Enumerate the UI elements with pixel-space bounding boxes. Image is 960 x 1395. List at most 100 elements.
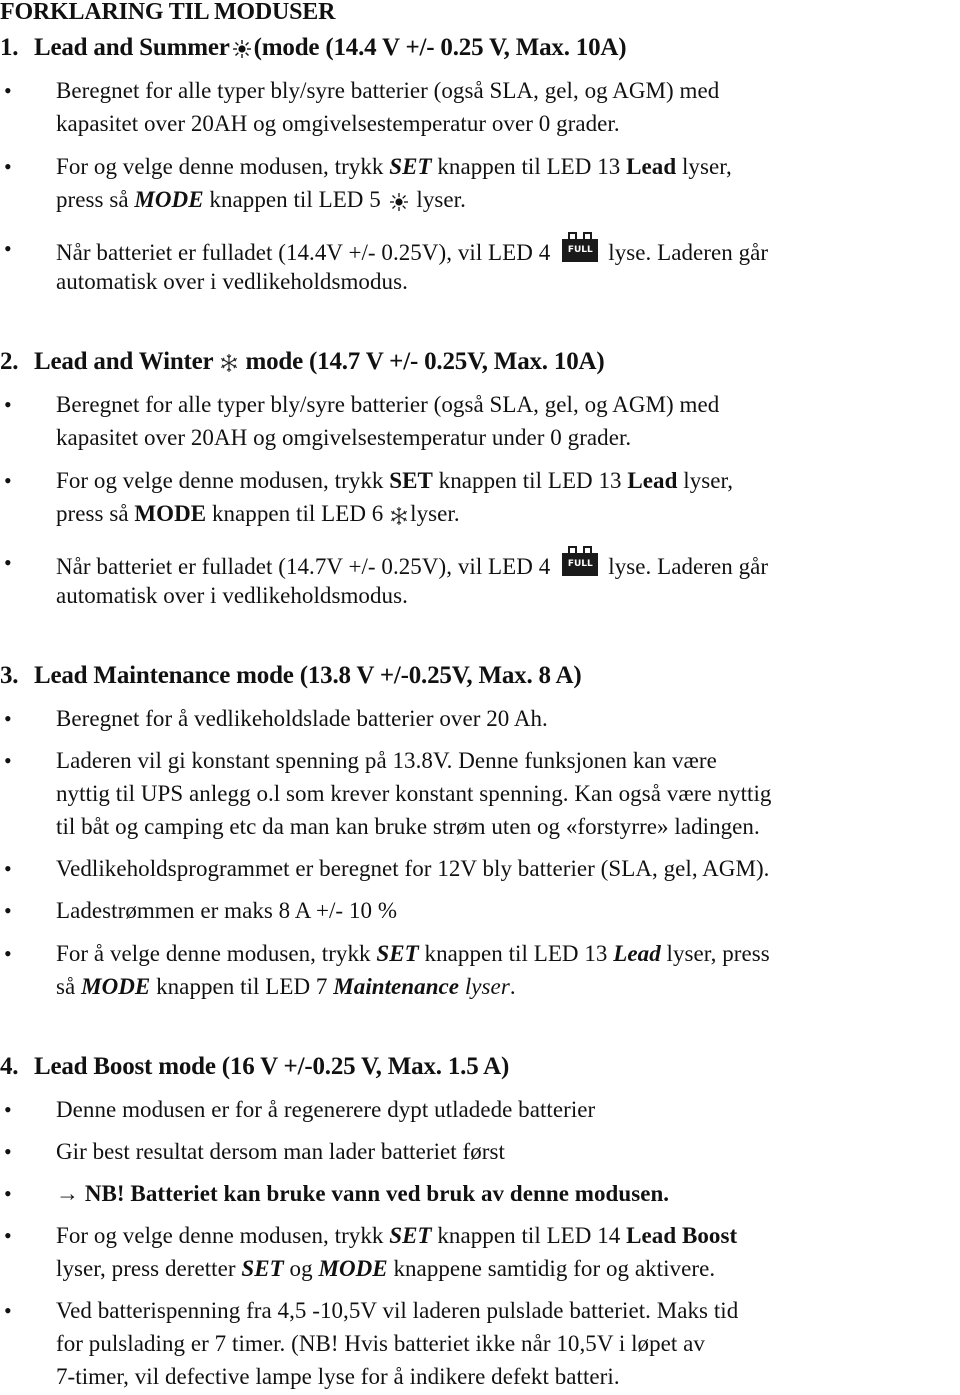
text-line: → NB! Batteriet kan bruke vann ved bruk … [56, 1177, 960, 1210]
section-title-spec: mode (14.7 V +/- 0.25V, Max. 10A) [245, 348, 605, 375]
text-run: lyser, press deretter [56, 1256, 242, 1281]
sun-icon [232, 40, 251, 59]
text-line: automatisk over i vedlikeholdsmodus. [56, 269, 408, 294]
text-line: kapasitet over 20AH og omgivelsestempera… [56, 111, 620, 136]
bullet-point: • [4, 78, 12, 103]
text-run: knappen til LED 13 [431, 154, 627, 179]
text-line: nyttig til UPS anlegg o.l som krever kon… [56, 781, 772, 806]
text-line: automatisk over i vedlikeholdsmodus. [56, 583, 408, 608]
text-run: så [56, 974, 82, 999]
warning-text: NB! Batteriet kan bruke vann ved bruk av… [84, 1181, 670, 1206]
section-title: Lead and Summer [34, 34, 230, 61]
text-line: Når batteriet er fulladet (14.7V +/- 0.2… [56, 546, 960, 579]
full-battery-icon: FULL [562, 232, 599, 262]
text-run: . [509, 974, 516, 999]
section-title: Lead and Winter [34, 348, 214, 375]
text-run: lyse. Laderen går [608, 240, 769, 265]
text-line: kapasitet over 20AH og omgivelsestempera… [56, 425, 632, 450]
section-number: 1. [0, 34, 19, 61]
bullet-point: • [4, 468, 12, 493]
bullet-point: • [4, 1139, 12, 1164]
mode-button-label: MODE [134, 501, 207, 526]
text-line: For å velge denne modusen, trykk SET kna… [56, 937, 960, 970]
bullet-point: • [4, 898, 12, 923]
set-button-label: SET [389, 468, 433, 493]
bullet-point: • [4, 1298, 12, 1323]
text-line: For og velge denne modusen, trykk SET kn… [56, 464, 960, 497]
full-battery-label: FULL [562, 239, 599, 262]
section-number: 3. [0, 662, 19, 689]
text-run: knappen til LED 6 [206, 501, 390, 526]
section-number: 2. [0, 348, 19, 375]
text-line: Beregnet for å vedlikeholdslade batterie… [56, 706, 548, 731]
text-run: knappen til LED 13 [418, 941, 614, 966]
section-heading-2: 2. Lead and Winter mode (14.7 V +/- 0.25V,… [0, 347, 605, 377]
text-run: For og velge denne modusen, trykk [56, 154, 390, 179]
bullet-point: • [4, 1223, 12, 1248]
text-run: lyser. [410, 187, 466, 212]
section-heading-3: 3. Lead Maintenance mode (13.8 V +/-0.25V… [0, 661, 582, 691]
text-run: For og velge denne modusen, trykk [56, 468, 390, 493]
maintenance-label: Maintenance [333, 974, 460, 999]
bullet-point: • [4, 748, 12, 773]
snowflake-icon [221, 354, 238, 373]
set-button-label: SET [389, 154, 432, 179]
text-line: til båt og camping etc da man kan bruke … [56, 814, 760, 839]
set-button-label: SET [376, 941, 419, 966]
text-line: for pulslading er 7 timer. (NB! Hvis bat… [56, 1331, 705, 1356]
text-run: lyser, [676, 154, 732, 179]
section-number: 4. [0, 1053, 19, 1080]
text-run: og [283, 1256, 319, 1281]
full-battery-label: FULL [562, 553, 599, 576]
text-run: lyser, [677, 468, 734, 493]
text-line: Ved batterispenning fra 4,5 -10,5V vil l… [56, 1298, 739, 1323]
bullet-point: • [4, 856, 12, 881]
text-line: Vedlikeholdsprogrammet er beregnet for 1… [56, 856, 770, 881]
text-run: For å velge denne modusen, trykk [56, 941, 377, 966]
mode-button-label: MODE [318, 1256, 388, 1281]
bullet-point: • [4, 550, 12, 575]
text-run: press så [56, 501, 135, 526]
bullet-point: • [4, 236, 12, 261]
text-line: For og velge denne modusen, trykk SET kn… [56, 1219, 960, 1252]
lead-label: Lead [627, 468, 678, 493]
snowflake-icon [391, 506, 408, 525]
section-heading-4: 4. Lead Boost mode (16 V +/-0.25 V, Max. … [0, 1052, 509, 1082]
text-run: press så [56, 187, 135, 212]
document-page: FORKLARING TIL MODUSER 1. Lead and Summer… [0, 0, 960, 1395]
sun-icon [389, 192, 408, 211]
arrow-right-icon: → [56, 1181, 80, 1206]
set-button-label: SET [389, 1223, 432, 1248]
bullet-point: • [4, 392, 12, 417]
lead-label: Lead [626, 154, 677, 179]
set-button-label: SET [241, 1256, 284, 1281]
lead-label: Lead [613, 941, 661, 966]
text-run: Når batteriet er fulladet (14.4V +/- 0.2… [56, 240, 551, 265]
section-title: Lead Boost mode (16 V +/-0.25 V, Max. 1.… [34, 1053, 510, 1080]
text-line: For og velge denne modusen, trykk SET kn… [56, 150, 960, 183]
mode-button-label: MODE [134, 187, 204, 212]
section-heading-1: 1. Lead and Summer (mode (14.4 V +/- 0.25 … [0, 33, 627, 63]
text-run: knappene samtidig for og aktivere. [387, 1256, 716, 1281]
bullet-point: • [4, 706, 12, 731]
section-title: Lead Maintenance mode (13.8 V +/-0.25V, … [34, 662, 582, 689]
section-title-spec: (mode (14.4 V +/- 0.25 V, Max. 10A) [253, 34, 627, 61]
document-title: FORKLARING TIL MODUSER [0, 0, 336, 25]
text-run: For og velge denne modusen, trykk [56, 1223, 390, 1248]
text-run: lyse. Laderen går [608, 554, 769, 579]
text-run: knappen til LED 7 [150, 974, 334, 999]
text-run: knappen til LED 14 [431, 1223, 627, 1248]
text-run: lyser [459, 974, 510, 999]
text-run: knappen til LED 13 [432, 468, 628, 493]
text-line: 7-timer, vil defective lampe lyse for å … [56, 1364, 620, 1389]
bullet-point: • [4, 1181, 12, 1206]
text-line: press så MODE knappen til LED 5 lyser. [56, 183, 960, 216]
text-line: Når batteriet er fulladet (14.4V +/- 0.2… [56, 232, 960, 265]
full-battery-icon: FULL [562, 546, 599, 576]
text-line: press så MODE knappen til LED 6 lyser. [56, 497, 960, 530]
text-line: så MODE knappen til LED 7 Maintenance ly… [56, 970, 960, 1003]
text-line: Ladestrømmen er maks 8 A +/- 10 % [56, 898, 398, 923]
text-line: Beregnet for alle typer bly/syre batteri… [56, 78, 720, 103]
text-line: Denne modusen er for å regenerere dypt u… [56, 1097, 596, 1122]
text-run: knappen til LED 5 [203, 187, 387, 212]
